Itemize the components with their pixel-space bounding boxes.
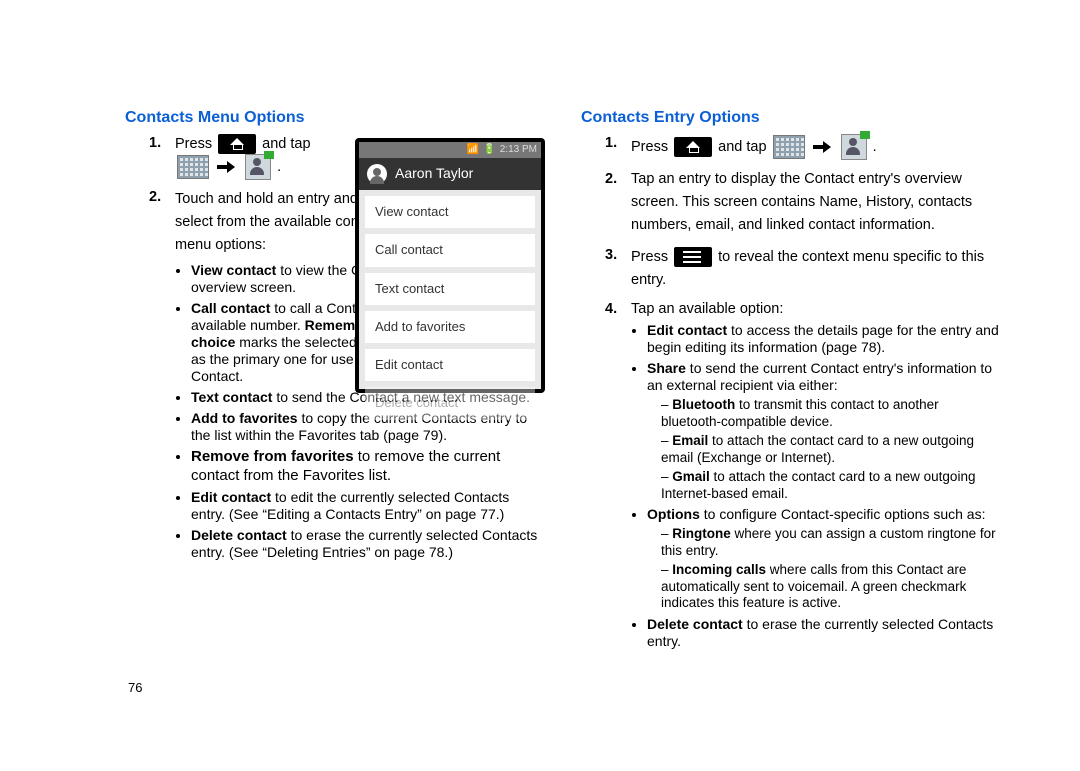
contacts-app-icon: [245, 154, 271, 180]
sub-ringtone: Ringtone where you can assign a custom r…: [661, 526, 1001, 559]
bullet-delete-contact: Delete contact to erase the currently se…: [647, 616, 1001, 650]
phone-mock: 📶 🔋 2:13 PM Aaron Taylor View contact Ca…: [355, 138, 545, 393]
phone-menu-item: View contact: [365, 196, 535, 228]
right-step-4: Tap an available option: Edit contact to…: [581, 300, 1001, 650]
home-icon: [218, 134, 256, 154]
phone-statusbar: 📶 🔋 2:13 PM: [359, 142, 541, 158]
left-column: Contacts Menu Options Press and tap . To…: [125, 108, 545, 569]
phone-menu-item: Edit contact: [365, 349, 535, 381]
manual-page: Contacts Menu Options Press and tap . To…: [0, 0, 1080, 771]
heading-contacts-menu: Contacts Menu Options: [125, 108, 545, 128]
text: and tap: [718, 139, 766, 155]
text: Press: [175, 136, 212, 152]
avatar-icon: [367, 164, 387, 184]
arrow-icon: [813, 140, 833, 154]
bullet-delete-contact: Delete contact to erase the currently se…: [191, 527, 545, 561]
bullet-remove-favorites: Remove from favorites to remove the curr…: [191, 448, 545, 485]
phone-menu-item: Call contact: [365, 234, 535, 266]
text: and tap: [262, 136, 310, 152]
menu-icon: [674, 247, 712, 267]
bullet-options: Options to configure Contact-specific op…: [647, 506, 1001, 611]
arrow-icon: [217, 160, 237, 174]
phone-titlebar: Aaron Taylor: [359, 158, 541, 190]
bullet-share: Share to send the current Contact entry'…: [647, 360, 1001, 502]
sub-incoming-calls: Incoming calls where calls from this Con…: [661, 562, 1001, 611]
right-steps: Press and tap . Tap an entry to display …: [581, 134, 1001, 650]
page-number: 76: [128, 680, 142, 696]
options-sublist: Ringtone where you can assign a custom r…: [647, 526, 1001, 611]
sub-email: Email to attach the contact card to a ne…: [661, 433, 1001, 466]
heading-contacts-entry: Contacts Entry Options: [581, 108, 1001, 128]
bullet-edit-contact: Edit contact to edit the currently selec…: [191, 489, 545, 523]
phone-menu-item: Add to favorites: [365, 311, 535, 343]
home-icon: [674, 137, 712, 157]
text: Tap an available option:: [631, 301, 783, 317]
text: Press: [631, 249, 668, 265]
right-step-3: Press to reveal the context menu specifi…: [581, 246, 1001, 292]
contacts-app-icon: [841, 134, 867, 160]
bullet-edit-contact: Edit contact to access the details page …: [647, 322, 1001, 356]
right-step-2: Tap an entry to display the Contact entr…: [581, 168, 1001, 238]
right-step-1: Press and tap .: [581, 134, 1001, 160]
apps-grid-icon: [177, 155, 209, 179]
phone-menu-item: Text contact: [365, 273, 535, 305]
wifi-icon: 📶: [467, 144, 479, 157]
sub-gmail: Gmail to attach the contact card to a ne…: [661, 469, 1001, 502]
right-column: Contacts Entry Options Press and tap . T…: [581, 108, 1001, 658]
battery-icon: 🔋: [483, 144, 495, 157]
text: Press: [631, 139, 668, 155]
sub-bluetooth: Bluetooth to transmit this contact to an…: [661, 397, 1001, 430]
phone-title: Aaron Taylor: [395, 165, 473, 183]
phone-menu-item: Delete contact: [365, 387, 535, 419]
phone-time: 2:13 PM: [500, 144, 537, 157]
right-bullets: Edit contact to access the details page …: [631, 322, 1001, 650]
apps-grid-icon: [773, 135, 805, 159]
share-sublist: Bluetooth to transmit this contact to an…: [647, 397, 1001, 502]
